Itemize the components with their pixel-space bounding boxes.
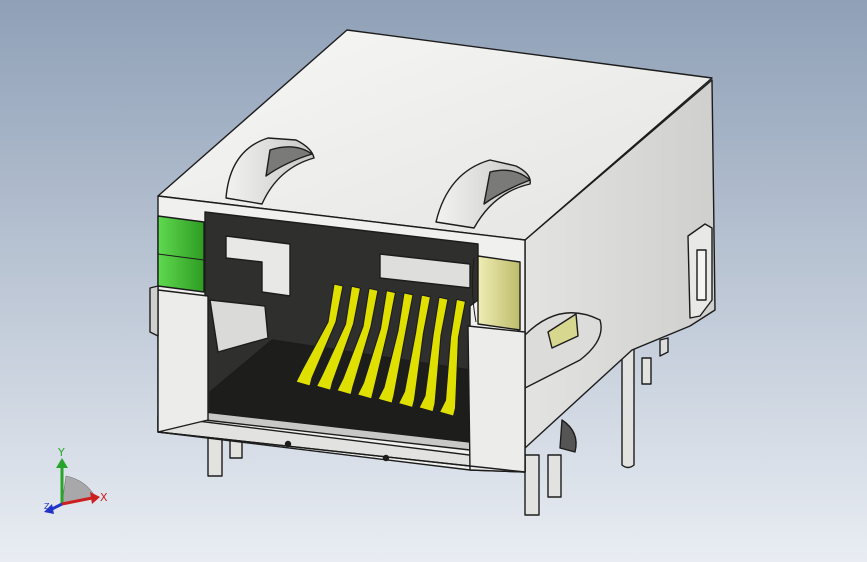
graphics-viewport[interactable]: Y X Z <box>0 0 867 562</box>
side-bump <box>659 337 669 357</box>
front-pillar-left <box>157 289 209 433</box>
front-pillar-right <box>467 325 526 473</box>
side-tab-window <box>696 249 707 301</box>
triad-x-label: X <box>100 491 108 504</box>
front-left-notch <box>149 285 159 337</box>
triad-y-label: Y <box>57 446 65 459</box>
led-right-yellow <box>471 255 521 331</box>
triad-z-label: Z <box>44 502 50 511</box>
graphics-area-svg[interactable]: Y X Z <box>0 0 867 562</box>
led-left-green <box>157 215 205 293</box>
